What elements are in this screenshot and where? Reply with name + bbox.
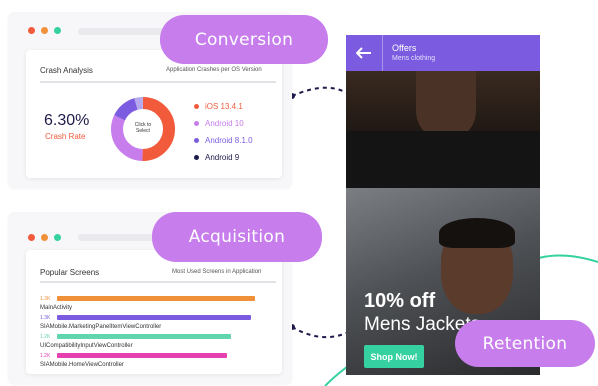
legend-label: Android 8.1.0 xyxy=(205,136,253,145)
bar-count: 1.3K xyxy=(40,315,51,321)
bar-count: 1.2K xyxy=(40,353,51,359)
legend-dot-icon xyxy=(194,104,199,109)
bar-label: SIAMobile.HomeViewController xyxy=(40,362,124,368)
minimize-dot-icon xyxy=(41,27,48,34)
header-subtitle: Mens clothing xyxy=(392,55,436,62)
legend-label: iOS 13.4.1 xyxy=(205,102,243,111)
window-controls xyxy=(28,27,61,34)
address-bar xyxy=(78,234,158,241)
title-divider xyxy=(40,81,276,83)
screens-card-subtitle: Most Used Screens in Application xyxy=(172,269,262,275)
bar-label: SIAMobile.MarketingPanelItemViewControll… xyxy=(40,324,162,330)
screens-card-title: Popular Screens xyxy=(40,268,100,277)
header-divider xyxy=(382,35,383,71)
bar-fill xyxy=(57,315,251,320)
list-item[interactable]: 1.3K MainActivity xyxy=(40,296,280,314)
hair-shape xyxy=(439,218,515,248)
legend-item[interactable]: iOS 13.4.1 xyxy=(194,98,253,115)
crash-rate-value: 6.30% xyxy=(44,112,90,129)
popular-screens-panel: Popular Screens Most Used Screens in App… xyxy=(26,250,282,374)
crash-legend: iOS 13.4.1 Android 10 Android 8.1.0 Andr… xyxy=(194,98,253,166)
shop-now-button[interactable]: Shop Now! xyxy=(364,345,424,368)
bar-fill xyxy=(57,353,227,358)
minimize-dot-icon xyxy=(41,234,48,241)
product-photo-top xyxy=(346,71,540,188)
window-controls xyxy=(28,234,61,241)
legend-item[interactable]: Android 8.1.0 xyxy=(194,132,253,149)
legend-item[interactable]: Android 9 xyxy=(194,149,253,166)
crash-card-title: Crash Analysis xyxy=(40,66,93,75)
header-title: Offers xyxy=(392,43,417,53)
title-divider xyxy=(40,281,276,283)
bar-label: MainActivity xyxy=(40,305,73,311)
close-dot-icon xyxy=(28,27,35,34)
legend-dot-icon xyxy=(194,121,199,126)
maximize-dot-icon xyxy=(54,27,61,34)
legend-label: Android 10 xyxy=(205,119,244,128)
conversion-pill: Conversion xyxy=(160,15,328,64)
list-item[interactable]: 1.2K UICompatibilityInputViewController xyxy=(40,334,280,352)
close-dot-icon xyxy=(28,234,35,241)
list-item[interactable]: 1.3K SIAMobile.MarketingPanelItemViewCon… xyxy=(40,315,280,333)
promo-headline: 10% off xyxy=(364,290,436,312)
bar-fill xyxy=(57,334,231,339)
legend-item[interactable]: Android 10 xyxy=(194,115,253,132)
arrow-left-icon xyxy=(356,47,371,59)
maximize-dot-icon xyxy=(54,234,61,241)
donut-center-label[interactable]: Click to Select xyxy=(127,122,159,134)
legend-label: Android 9 xyxy=(205,153,240,162)
bar-fill xyxy=(57,296,255,301)
crash-card-subtitle: Application Crashes per OS Version xyxy=(166,67,262,73)
bar-count: 1.2K xyxy=(40,334,51,340)
retention-pill: Retention xyxy=(455,320,595,367)
screen-bars: 1.3K MainActivity 1.3K SIAMobile.Marketi… xyxy=(40,296,280,376)
crash-rate-label: Crash Rate xyxy=(45,132,86,141)
back-button[interactable] xyxy=(346,35,382,71)
list-item[interactable]: 1.2K SIAMobile.HomeViewController xyxy=(40,353,280,371)
bar-count: 1.3K xyxy=(40,296,51,302)
legend-dot-icon xyxy=(194,155,199,160)
jacket-shape xyxy=(346,131,540,188)
crash-analysis-panel: Crash Analysis Application Crashes per O… xyxy=(26,50,282,178)
bar-label: UICompatibilityInputViewController xyxy=(40,343,133,349)
app-header: Offers Mens clothing xyxy=(346,35,540,71)
legend-dot-icon xyxy=(194,138,199,143)
acquisition-pill: Acquisition xyxy=(152,212,322,262)
